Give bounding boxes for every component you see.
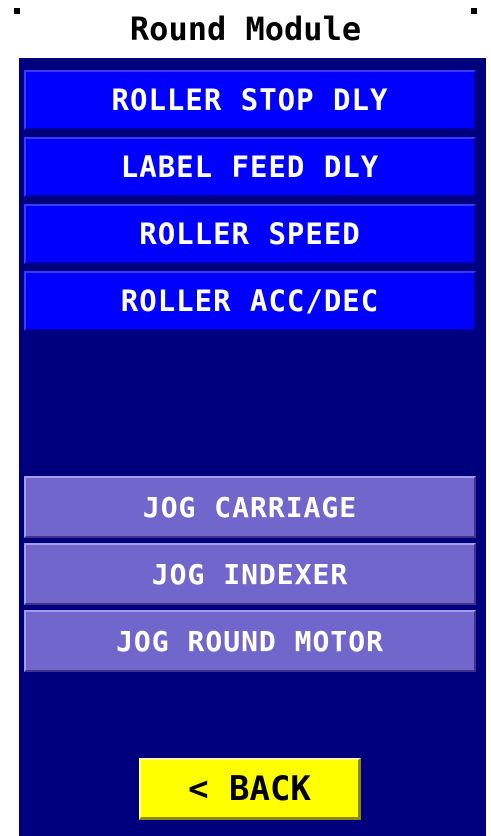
label-feed-delay-button[interactable]: LABEL FEED DLY	[24, 137, 476, 197]
roller-speed-button[interactable]: ROLLER SPEED	[24, 204, 476, 264]
jog-indexer-button[interactable]: JOG INDEXER	[24, 543, 476, 605]
round-module-screen: Round Module ROLLER STOP DLY LABEL FEED …	[0, 0, 491, 836]
jog-carriage-button[interactable]: JOG CARRIAGE	[24, 476, 476, 538]
roller-stop-delay-button[interactable]: ROLLER STOP DLY	[24, 70, 476, 130]
page-title: Round Module	[129, 10, 362, 48]
roller-acc-dec-button[interactable]: ROLLER ACC/DEC	[24, 271, 476, 331]
back-button[interactable]: < BACK	[139, 758, 361, 820]
jog-round-motor-button[interactable]: JOG ROUND MOTOR	[24, 610, 476, 672]
